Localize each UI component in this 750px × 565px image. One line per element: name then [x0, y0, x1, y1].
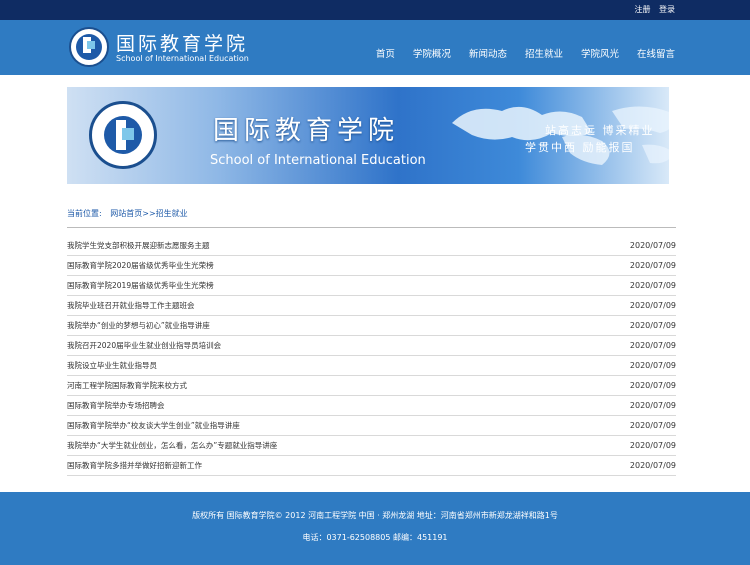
list-item-date: 2020/07/09 — [629, 301, 676, 310]
list-item-title[interactable]: 我院举办“创业的梦想与初心”就业指导讲座 — [67, 320, 210, 331]
list-item-date: 2020/07/09 — [629, 421, 676, 430]
breadcrumb-home[interactable]: 网站首页>> — [110, 209, 155, 218]
nav-message[interactable]: 在线留言 — [637, 46, 675, 60]
footer-copyright: 版权所有 国际教育学院© 2012 河南工程学院 中国 · 郑州龙湖 地址：河南… — [192, 511, 558, 520]
list-item-title[interactable]: 我院设立毕业生就业指导员 — [67, 360, 157, 371]
list-item-date: 2020/07/09 — [629, 261, 676, 270]
list-item-date: 2020/07/09 — [629, 241, 676, 250]
list-item-title[interactable]: 我院召开2020届毕业生就业创业指导员培训会 — [67, 340, 221, 351]
banner-motto-line2: 学贯中西 励能报国 — [525, 141, 635, 154]
list-item-date: 2020/07/09 — [629, 281, 676, 290]
list-item-title[interactable]: 国际教育学院2019届省级优秀毕业生光荣榜 — [67, 280, 214, 291]
list-item-title[interactable]: 河南工程学院国际教育学院来校方式 — [67, 380, 187, 391]
main-nav: 首页 学院概况 新闻动态 招生就业 学院风光 在线留言 — [358, 46, 675, 60]
list-item-title[interactable]: 国际教育学院2020届省级优秀毕业生光荣榜 — [67, 260, 214, 271]
nav-news[interactable]: 新闻动态 — [469, 46, 507, 60]
nav-about[interactable]: 学院概况 — [413, 46, 451, 60]
banner-motto-line1: 站高志远 博采精业 — [545, 124, 655, 137]
list-item-title[interactable]: 我院举办“大学生就业创业，怎么看，怎么办”专题就业指导讲座 — [67, 440, 277, 451]
nav-admissions[interactable]: 招生就业 — [525, 46, 563, 60]
list-item: 我院召开2020届毕业生就业创业指导员培训会 2020/07/09 — [67, 336, 676, 356]
breadcrumb: 当前位置: 网站首页>>招生就业 — [67, 208, 188, 219]
site-subtitle: School of International Education — [116, 54, 249, 63]
list-item-date: 2020/07/09 — [629, 341, 676, 350]
breadcrumb-current[interactable]: 招生就业 — [156, 209, 188, 218]
banner-subtitle: School of International Education — [210, 153, 426, 168]
register-link[interactable]: 注册 — [634, 5, 650, 14]
list-item-date: 2020/07/09 — [629, 361, 676, 370]
site-header: 国际教育学院 School of International Education… — [0, 20, 750, 75]
news-list: 我院学生党支部积极开展迎新志愿服务主题 2020/07/09 国际教育学院202… — [67, 236, 676, 476]
list-item: 河南工程学院国际教育学院来校方式 2020/07/09 — [67, 376, 676, 396]
list-item: 国际教育学院多措并举做好招新迎新工作 2020/07/09 — [67, 456, 676, 476]
breadcrumb-label: 当前位置: — [67, 209, 102, 218]
list-item-date: 2020/07/09 — [629, 461, 676, 470]
hero-banner: 国际教育学院 School of International Education… — [67, 87, 669, 184]
login-link[interactable]: 登录 — [659, 5, 675, 14]
list-item-title[interactable]: 我院学生党支部积极开展迎新志愿服务主题 — [67, 240, 210, 251]
list-item: 我院学生党支部积极开展迎新志愿服务主题 2020/07/09 — [67, 236, 676, 256]
list-item: 国际教育学院2020届省级优秀毕业生光荣榜 2020/07/09 — [67, 256, 676, 276]
list-item-date: 2020/07/09 — [629, 321, 676, 330]
top-bar: 注册 登录 — [0, 0, 750, 20]
list-item: 国际教育学院举办专场招聘会 2020/07/09 — [67, 396, 676, 416]
list-item-title[interactable]: 国际教育学院举办专场招聘会 — [67, 400, 165, 411]
list-item-title[interactable]: 国际教育学院多措并举做好招新迎新工作 — [67, 460, 202, 471]
list-item-date: 2020/07/09 — [629, 401, 676, 410]
site-title: 国际教育学院 — [116, 33, 249, 55]
nav-campus[interactable]: 学院风光 — [581, 46, 619, 60]
school-emblem-icon[interactable] — [69, 27, 109, 67]
list-item-date: 2020/07/09 — [629, 441, 676, 450]
list-item-date: 2020/07/09 — [629, 381, 676, 390]
banner-title: 国际教育学院 — [213, 116, 400, 146]
nav-home[interactable]: 首页 — [376, 46, 395, 60]
list-item: 国际教育学院2019届省级优秀毕业生光荣榜 2020/07/09 — [67, 276, 676, 296]
site-footer: 版权所有 国际教育学院© 2012 河南工程学院 中国 · 郑州龙湖 地址：河南… — [0, 492, 750, 565]
list-item: 我院毕业班召开就业指导工作主题班会 2020/07/09 — [67, 296, 676, 316]
account-links: 注册 登录 — [628, 4, 675, 15]
list-item: 国际教育学院举办“校友谈大学生创业”就业指导讲座 2020/07/09 — [67, 416, 676, 436]
list-item: 我院举办“创业的梦想与初心”就业指导讲座 2020/07/09 — [67, 316, 676, 336]
banner-emblem-icon — [89, 101, 157, 169]
list-item: 我院举办“大学生就业创业，怎么看，怎么办”专题就业指导讲座 2020/07/09 — [67, 436, 676, 456]
section-divider — [67, 227, 676, 228]
list-item: 我院设立毕业生就业指导员 2020/07/09 — [67, 356, 676, 376]
list-item-title[interactable]: 我院毕业班召开就业指导工作主题班会 — [67, 300, 195, 311]
list-item-title[interactable]: 国际教育学院举办“校友谈大学生创业”就业指导讲座 — [67, 420, 240, 431]
footer-contact: 电话：0371-62508805 邮编：451191 — [302, 533, 448, 542]
